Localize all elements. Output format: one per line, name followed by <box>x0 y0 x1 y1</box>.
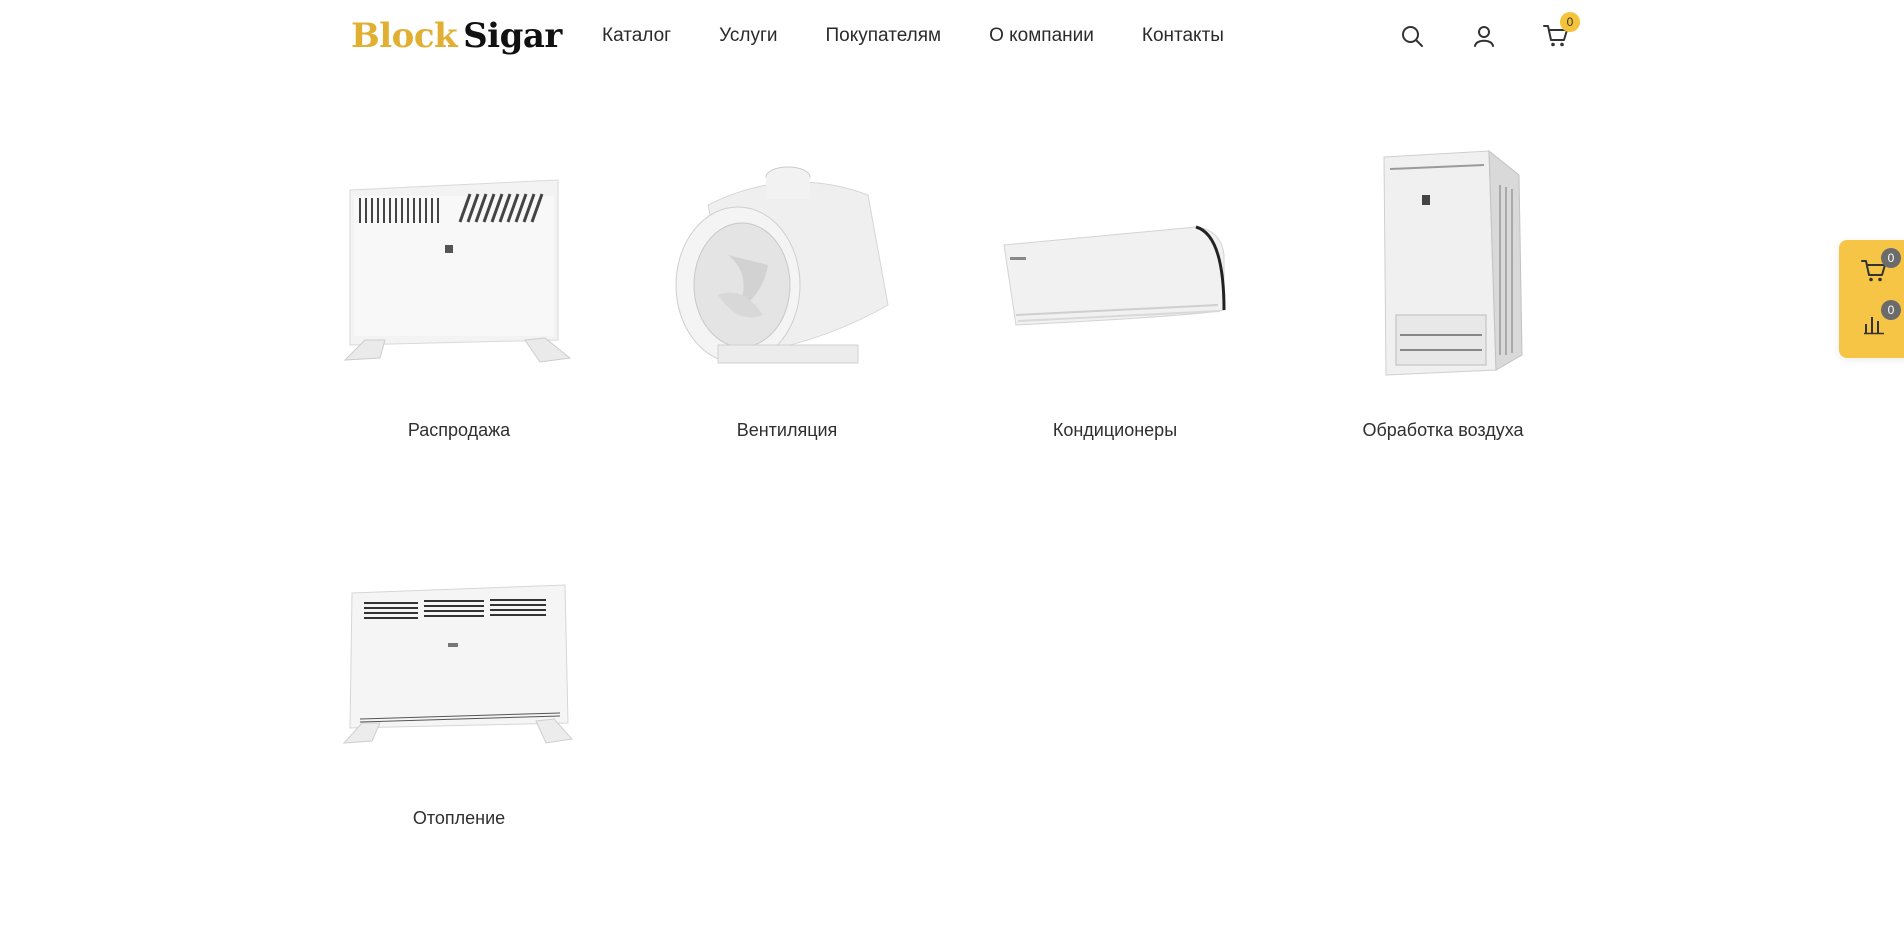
side-cart-button[interactable]: 0 <box>1857 248 1901 288</box>
logo-word-2: Sigar <box>463 16 562 56</box>
category-label: Обработка воздуха <box>1362 420 1524 440</box>
category-label: Вентиляция <box>736 420 838 440</box>
logo[interactable]: Block Sigar <box>351 14 562 58</box>
side-compare-count-badge: 0 <box>1881 300 1901 320</box>
side-cart-count-badge: 0 <box>1881 248 1901 268</box>
nav-catalog[interactable]: Каталог <box>602 22 671 50</box>
category-label: Распродажа <box>407 420 511 440</box>
account-button[interactable] <box>1470 20 1498 52</box>
category-card-air-treatment[interactable]: Обработка воздуха <box>1324 140 1562 441</box>
category-image <box>1324 140 1562 390</box>
floating-side-panel: 0 0 <box>1839 240 1904 358</box>
convector-heater-image <box>343 179 572 363</box>
category-image <box>996 140 1234 390</box>
air-conditioner-image <box>1003 225 1226 326</box>
logo-word-1: Block <box>351 16 458 56</box>
category-label: Отопление <box>412 808 506 828</box>
nav-buyers[interactable]: Покупателям <box>826 22 942 50</box>
air-purifier-image <box>1383 149 1523 376</box>
side-compare-button[interactable]: 0 <box>1857 300 1901 340</box>
category-card-heating[interactable]: Отопление <box>340 528 578 829</box>
search-button[interactable] <box>1398 20 1426 52</box>
header-actions: 0 <box>1398 12 1580 52</box>
category-image <box>340 140 578 390</box>
nav-services[interactable]: Услуги <box>719 22 777 50</box>
duct-fan-image <box>675 166 889 364</box>
category-image <box>340 528 578 778</box>
panel-heater-image <box>342 584 573 744</box>
user-icon <box>1474 26 1494 47</box>
category-card-sale[interactable]: Распродажа <box>340 140 578 441</box>
cart-count-badge: 0 <box>1560 12 1580 32</box>
nav-contacts[interactable]: Контакты <box>1142 22 1224 50</box>
nav-about[interactable]: О компании <box>989 22 1094 50</box>
category-image <box>668 140 906 390</box>
category-card-air-conditioners[interactable]: Кондиционеры <box>996 140 1234 441</box>
cart-button[interactable]: 0 <box>1542 12 1580 52</box>
search-icon <box>1402 26 1423 47</box>
category-label: Кондиционеры <box>1052 420 1178 440</box>
main-nav: Каталог Услуги Покупателям О компании Ко… <box>602 22 1224 50</box>
site-header: Block Sigar Каталог Услуги Покупателям О… <box>0 0 1904 72</box>
category-card-ventilation[interactable]: Вентиляция <box>668 140 906 441</box>
